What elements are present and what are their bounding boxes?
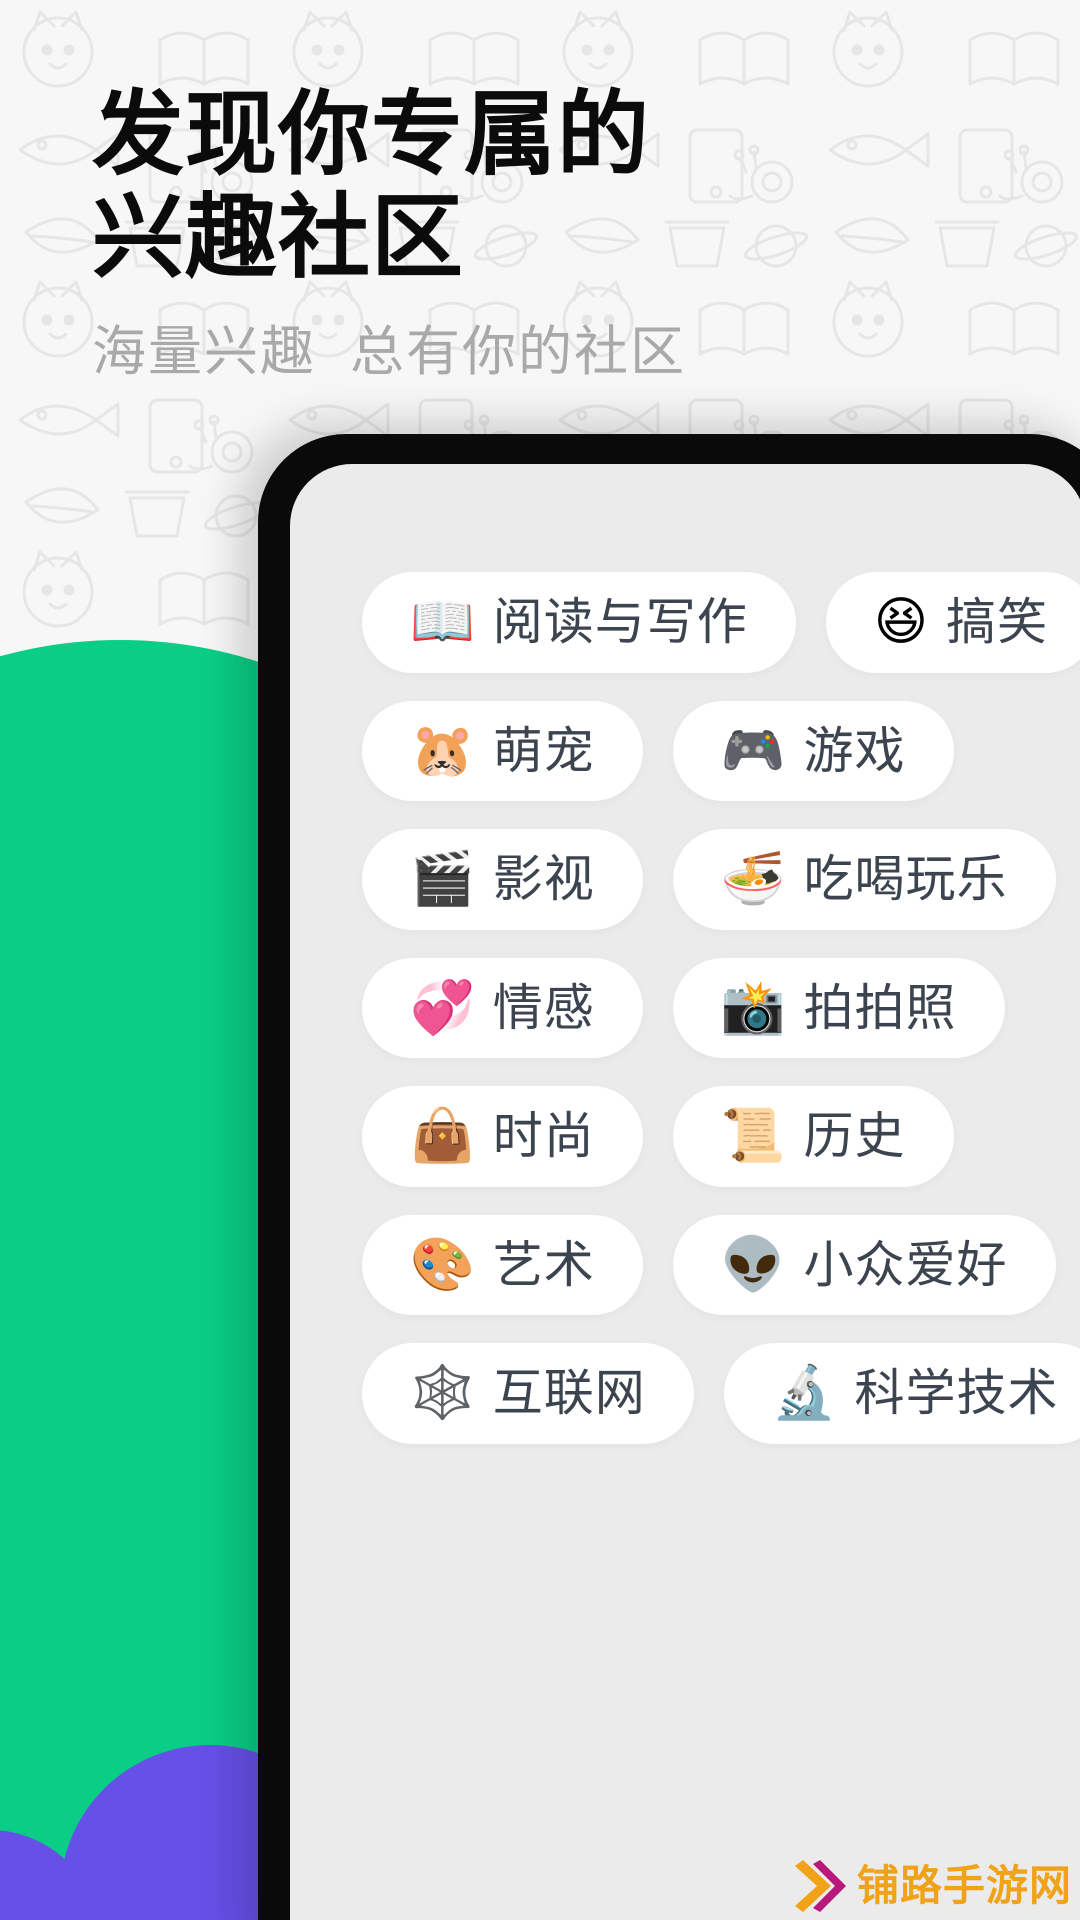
handbag-icon: 👜: [410, 1106, 475, 1167]
hamster-face-icon: 🐹: [410, 720, 475, 781]
page-title: 发现你专属的 兴趣社区: [92, 84, 651, 290]
phone-screen: 📖 阅读与写作 😆 搞笑 🐹 萌宠 🎮 游戏 🎬 影视 🍜 吃喝玩乐 💞 情感 …: [290, 464, 1080, 1920]
category-row: 📖 阅读与写作 😆 搞笑: [290, 572, 1080, 673]
video-game-controller-icon: 🎮: [720, 720, 786, 781]
category-pill[interactable]: 💞 情感: [362, 957, 643, 1058]
category-pill[interactable]: 📜 历史: [672, 1086, 954, 1187]
alien-icon: 👽: [720, 1234, 786, 1295]
category-label: 艺术: [492, 1236, 595, 1293]
category-row: 💞 情感 📸 拍拍照: [290, 957, 1080, 1058]
category-label: 阅读与写作: [492, 594, 748, 650]
category-label: 历史: [803, 1108, 906, 1164]
category-pill[interactable]: 🎬 影视: [362, 829, 643, 930]
category-label: 游戏: [803, 722, 906, 779]
category-label: 萌宠: [492, 722, 595, 779]
category-list[interactable]: 📖 阅读与写作 😆 搞笑 🐹 萌宠 🎮 游戏 🎬 影视 🍜 吃喝玩乐 💞 情感 …: [290, 572, 1080, 1920]
category-pill[interactable]: 🎮 游戏: [672, 700, 954, 801]
steaming-bowl-icon: 🍜: [720, 849, 786, 910]
category-pill[interactable]: 🍜 吃喝玩乐: [672, 829, 1056, 930]
microscope-icon: 🔬: [771, 1363, 837, 1424]
phone-mockup: 📖 阅读与写作 😆 搞笑 🐹 萌宠 🎮 游戏 🎬 影视 🍜 吃喝玩乐 💞 情感 …: [258, 434, 1080, 1920]
page-subtitle: 海量兴趣 总有你的社区: [92, 322, 687, 383]
category-pill[interactable]: 👜 时尚: [362, 1086, 643, 1187]
category-row: 👜 时尚 📜 历史: [290, 1086, 1080, 1187]
double-chevron-right-icon: [794, 1860, 846, 1912]
grinning-squinting-face-icon: 😆: [873, 592, 928, 653]
open-book-icon: 📖: [410, 592, 475, 653]
category-pill[interactable]: 👽 小众爱好: [672, 1214, 1056, 1315]
watermark: 铺路手游网: [789, 1860, 1072, 1912]
category-label: 互联网: [492, 1365, 646, 1421]
category-row: 🎬 影视 🍜 吃喝玩乐: [290, 829, 1080, 930]
watermark-label: 铺路手游网: [856, 1862, 1072, 1909]
category-pill[interactable]: 🕸️ 互联网: [362, 1343, 694, 1444]
category-row: 🕸️ 互联网 🔬 科学技术: [290, 1343, 1080, 1444]
promo-screenshot: 发现你专属的 兴趣社区 海量兴趣 总有你的社区 📖 阅读与写作 😆 搞笑 🐹 萌…: [0, 0, 1080, 1920]
category-label: 拍拍照: [803, 979, 957, 1036]
category-label: 小众爱好: [803, 1236, 1008, 1293]
category-label: 时尚: [492, 1108, 595, 1164]
category-row: 🐹 萌宠 🎮 游戏: [290, 700, 1080, 801]
category-pill[interactable]: 🐹 萌宠: [362, 700, 643, 801]
spider-web-icon: 🕸️: [410, 1363, 475, 1424]
hero-text-block: 发现你专属的 兴趣社区 海量兴趣 总有你的社区: [92, 84, 686, 385]
category-pill[interactable]: 📸 拍拍照: [672, 957, 1005, 1058]
camera-with-flash-icon: 📸: [720, 977, 786, 1038]
category-label: 搞笑: [945, 594, 1048, 650]
category-label: 情感: [492, 979, 595, 1036]
revolving-hearts-icon: 💞: [410, 977, 475, 1038]
scroll-icon: 📜: [720, 1106, 786, 1167]
category-row: 🎨 艺术 👽 小众爱好: [290, 1214, 1080, 1315]
artist-palette-icon: 🎨: [410, 1234, 475, 1295]
clapper-board-icon: 🎬: [410, 849, 475, 910]
category-label: 科学技术: [854, 1365, 1059, 1421]
category-pill[interactable]: 🔬 科学技术: [723, 1343, 1080, 1444]
category-pill[interactable]: 🎨 艺术: [362, 1214, 643, 1315]
category-label: 吃喝玩乐: [803, 851, 1008, 907]
category-label: 影视: [492, 851, 595, 907]
category-pill[interactable]: 📖 阅读与写作: [362, 572, 796, 673]
category-pill[interactable]: 😆 搞笑: [825, 572, 1080, 673]
